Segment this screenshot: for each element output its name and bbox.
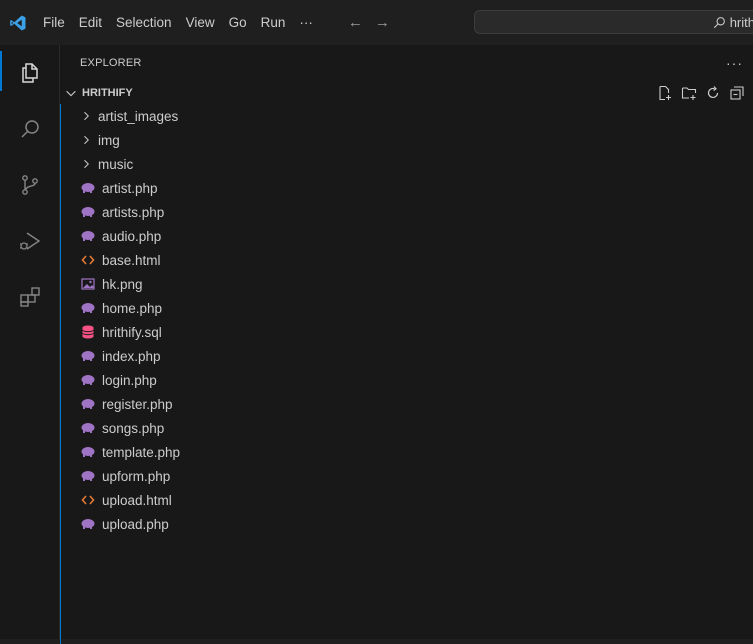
- explorer-header: EXPLORER ···: [60, 45, 753, 81]
- folder-name: img: [98, 132, 120, 148]
- explorer-activity[interactable]: [0, 45, 59, 101]
- file-name: home.php: [102, 300, 163, 316]
- menu-more[interactable]: ···: [292, 13, 320, 33]
- file-item[interactable]: login.php: [60, 368, 753, 392]
- search-text: hrith: [729, 14, 753, 30]
- menu-file[interactable]: File: [36, 13, 72, 33]
- file-item[interactable]: artist.php: [60, 176, 753, 200]
- php-file-icon: [80, 204, 96, 220]
- file-name: hrithify.sql: [102, 324, 162, 340]
- search-icon: [20, 120, 39, 138]
- menu-view[interactable]: View: [179, 13, 222, 33]
- php-file-icon: [80, 396, 96, 412]
- file-name: login.php: [102, 372, 157, 388]
- back-arrow-icon[interactable]: ←: [342, 14, 369, 31]
- menu-go[interactable]: Go: [222, 13, 254, 33]
- search-activity[interactable]: [0, 101, 59, 157]
- database-file-icon: [80, 324, 96, 340]
- command-center-search[interactable]: hrith: [474, 10, 753, 34]
- file-tree: artist_images img music artist.php artis…: [60, 104, 753, 644]
- folder-name: artist_images: [98, 108, 179, 124]
- file-name: template.php: [102, 444, 181, 460]
- files-icon: [21, 63, 38, 83]
- file-item[interactable]: upform.php: [60, 464, 753, 488]
- vscode-logo-icon: [0, 0, 36, 45]
- file-item[interactable]: index.php: [60, 344, 753, 368]
- workspace-name: HRITHIFY: [82, 87, 133, 99]
- file-name: audio.php: [102, 228, 162, 244]
- chevron-right-icon: [80, 158, 96, 170]
- explorer-more-actions[interactable]: ···: [726, 55, 743, 71]
- search-icon: [713, 16, 725, 28]
- refresh-icon[interactable]: [705, 85, 721, 101]
- file-name: artists.php: [102, 204, 165, 220]
- menu-run[interactable]: Run: [254, 13, 293, 33]
- file-name: base.html: [102, 252, 161, 268]
- folder-item[interactable]: artist_images: [60, 104, 753, 128]
- menu-edit[interactable]: Edit: [72, 13, 109, 33]
- explorer-title: EXPLORER: [80, 57, 142, 69]
- file-name: hk.png: [102, 276, 143, 292]
- run-debug-icon: [19, 232, 40, 250]
- chevron-right-icon: [80, 134, 96, 146]
- file-item[interactable]: upload.html: [60, 488, 753, 512]
- file-name: songs.php: [102, 420, 165, 436]
- title-bar: File Edit Selection View Go Run ··· ← → …: [0, 0, 753, 45]
- php-file-icon: [80, 348, 96, 364]
- php-file-icon: [80, 468, 96, 484]
- php-file-icon: [80, 444, 96, 460]
- file-item[interactable]: songs.php: [60, 416, 753, 440]
- chevron-down-icon: [66, 90, 76, 97]
- activity-bar: [0, 45, 60, 639]
- folder-item[interactable]: music: [60, 152, 753, 176]
- extensions-activity[interactable]: [0, 269, 59, 325]
- php-file-icon: [80, 420, 96, 436]
- indent-guide: [60, 104, 61, 644]
- image-file-icon: [80, 276, 96, 292]
- menu-selection[interactable]: Selection: [109, 13, 179, 33]
- php-file-icon: [80, 228, 96, 244]
- file-name: artist.php: [102, 180, 158, 196]
- forward-arrow-icon[interactable]: →: [369, 14, 396, 31]
- file-item[interactable]: template.php: [60, 440, 753, 464]
- new-file-icon[interactable]: [657, 85, 673, 101]
- file-item[interactable]: base.html: [60, 248, 753, 272]
- file-item[interactable]: hk.png: [60, 272, 753, 296]
- explorer-sidebar: EXPLORER ··· HRITHIFY artist_images img …: [60, 45, 753, 644]
- file-item[interactable]: upload.php: [60, 512, 753, 536]
- file-name: upload.php: [102, 516, 169, 532]
- source-control-icon: [21, 175, 38, 195]
- file-name: index.php: [102, 348, 161, 364]
- file-item[interactable]: hrithify.sql: [60, 320, 753, 344]
- php-file-icon: [80, 300, 96, 316]
- extensions-icon: [19, 287, 40, 307]
- run-debug-activity[interactable]: [0, 213, 59, 269]
- php-file-icon: [80, 516, 96, 532]
- workspace-section-header[interactable]: HRITHIFY: [60, 81, 753, 104]
- source-control-activity[interactable]: [0, 157, 59, 213]
- file-name: upform.php: [102, 468, 171, 484]
- menu-bar: File Edit Selection View Go Run ···: [36, 13, 320, 33]
- php-file-icon: [80, 372, 96, 388]
- php-file-icon: [80, 180, 96, 196]
- file-name: register.php: [102, 396, 173, 412]
- file-item[interactable]: home.php: [60, 296, 753, 320]
- chevron-right-icon: [80, 110, 96, 122]
- folder-name: music: [98, 156, 134, 172]
- file-item[interactable]: audio.php: [60, 224, 753, 248]
- navigation-controls: ← →: [342, 14, 396, 31]
- html-file-icon: [80, 252, 96, 268]
- folder-item[interactable]: img: [60, 128, 753, 152]
- html-file-icon: [80, 492, 96, 508]
- file-item[interactable]: register.php: [60, 392, 753, 416]
- collapse-all-icon[interactable]: [729, 85, 745, 101]
- file-item[interactable]: artists.php: [60, 200, 753, 224]
- file-name: upload.html: [102, 492, 172, 508]
- new-folder-icon[interactable]: [681, 85, 697, 101]
